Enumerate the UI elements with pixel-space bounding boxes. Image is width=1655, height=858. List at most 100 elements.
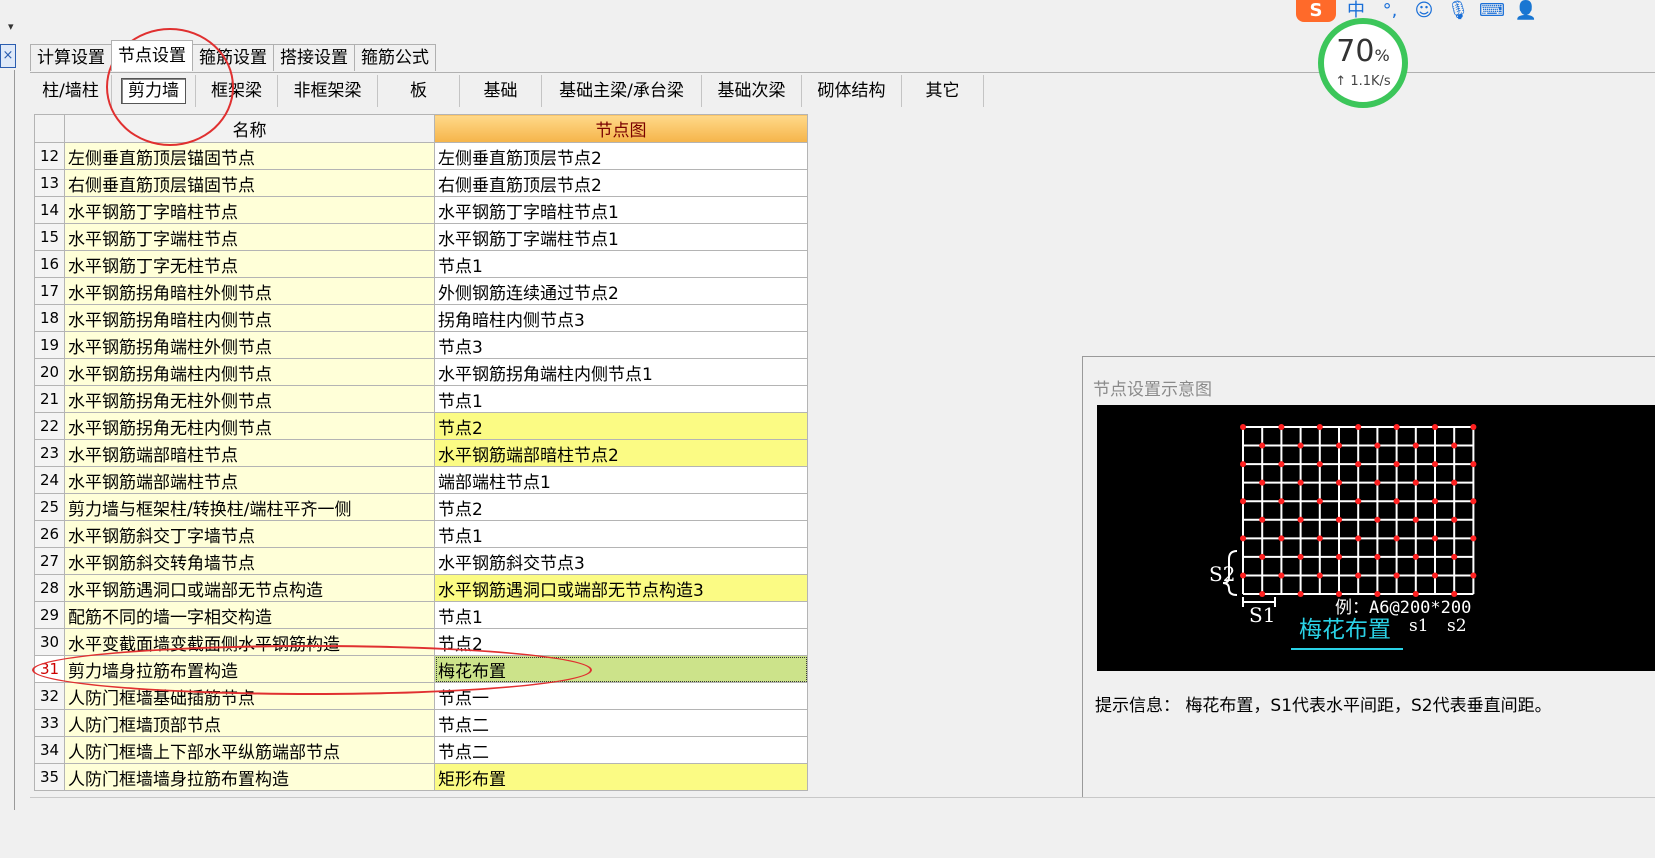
- close-icon[interactable]: ×: [0, 44, 16, 68]
- row-diagram-value[interactable]: 右侧垂直筋顶层节点2: [434, 169, 808, 197]
- table-row[interactable]: 14 水平钢筋丁字暗柱节点 水平钢筋丁字暗柱节点1: [34, 196, 808, 224]
- row-name[interactable]: 水平钢筋拐角端柱内侧节点: [64, 358, 435, 386]
- table-row[interactable]: 21 水平钢筋拐角无柱外侧节点 节点1: [34, 385, 808, 413]
- table-row[interactable]: 19 水平钢筋拐角端柱外侧节点 节点3: [34, 331, 808, 359]
- table-row[interactable]: 22 水平钢筋拐角无柱内侧节点 节点2: [34, 412, 808, 440]
- row-diagram-value[interactable]: 水平钢筋遇洞口或端部无节点构造3: [434, 574, 808, 602]
- row-diagram-value[interactable]: 节点2: [434, 412, 808, 440]
- subtab-masonry[interactable]: 砌体结构: [802, 75, 902, 107]
- ime-logo-icon[interactable]: S: [1296, 0, 1336, 22]
- row-diagram-value[interactable]: 节点二: [434, 709, 808, 737]
- subtab-other[interactable]: 其它: [902, 75, 984, 107]
- row-number[interactable]: 23: [34, 439, 65, 467]
- row-diagram-value[interactable]: 节点1: [434, 520, 808, 548]
- table-row[interactable]: 23 水平钢筋端部暗柱节点 水平钢筋端部暗柱节点2: [34, 439, 808, 467]
- row-name[interactable]: 水平钢筋斜交转角墙节点: [64, 547, 435, 575]
- table-row[interactable]: 13 右侧垂直筋顶层锚固节点 右侧垂直筋顶层节点2: [34, 169, 808, 197]
- row-number[interactable]: 21: [34, 385, 65, 413]
- row-diagram-value[interactable]: 节点2: [434, 493, 808, 521]
- row-number[interactable]: 28: [34, 574, 65, 602]
- row-name[interactable]: 人防门框墙墙身拉筋布置构造: [64, 763, 435, 791]
- row-diagram-value[interactable]: 水平钢筋拐角端柱内侧节点1: [434, 358, 808, 386]
- row-diagram-value[interactable]: 水平钢筋端部暗柱节点2: [434, 439, 808, 467]
- tab-lap-settings[interactable]: 搭接设置: [273, 44, 355, 71]
- table-row[interactable]: 24 水平钢筋端部端柱节点 端部端柱节点1: [34, 466, 808, 494]
- row-diagram-value[interactable]: 水平钢筋丁字端柱节点1: [434, 223, 808, 251]
- row-name[interactable]: 水平钢筋端部暗柱节点: [64, 439, 435, 467]
- subtab-nonframe-beam[interactable]: 非框架梁: [278, 75, 378, 107]
- row-name[interactable]: 水平钢筋丁字无柱节点: [64, 250, 435, 278]
- row-diagram-value[interactable]: 左侧垂直筋顶层节点2: [434, 142, 808, 170]
- tab-calc-settings[interactable]: 计算设置: [30, 44, 112, 71]
- row-name[interactable]: 水平钢筋丁字暗柱节点: [64, 196, 435, 224]
- row-name[interactable]: 水平钢筋遇洞口或端部无节点构造: [64, 574, 435, 602]
- tab-stirrup-formula[interactable]: 箍筋公式: [354, 44, 436, 71]
- row-diagram-value[interactable]: 节点二: [434, 736, 808, 764]
- row-number[interactable]: 18: [34, 304, 65, 332]
- table-row[interactable]: 34 人防门框墙上下部水平纵筋端部节点 节点二: [34, 736, 808, 764]
- row-number[interactable]: 25: [34, 493, 65, 521]
- table-row[interactable]: 35 人防门框墙墙身拉筋布置构造 矩形布置: [34, 763, 808, 791]
- table-row[interactable]: 26 水平钢筋斜交丁字墙节点 节点1: [34, 520, 808, 548]
- row-name[interactable]: 水平钢筋拐角端柱外侧节点: [64, 331, 435, 359]
- table-row[interactable]: 20 水平钢筋拐角端柱内侧节点 水平钢筋拐角端柱内侧节点1: [34, 358, 808, 386]
- row-number[interactable]: 30: [34, 628, 65, 656]
- row-name[interactable]: 水平钢筋拐角无柱内侧节点: [64, 412, 435, 440]
- table-row[interactable]: 17 水平钢筋拐角暗柱外侧节点 外侧钢筋连续通过节点2: [34, 277, 808, 305]
- header-diagram[interactable]: 节点图: [434, 114, 808, 143]
- row-diagram-value[interactable]: 水平钢筋丁字暗柱节点1: [434, 196, 808, 224]
- row-diagram-value[interactable]: 矩形布置: [434, 763, 808, 791]
- row-name[interactable]: 水平钢筋拐角无柱外侧节点: [64, 385, 435, 413]
- microphone-icon[interactable]: 🎙: [1444, 0, 1472, 22]
- row-diagram-value[interactable]: 端部端柱节点1: [434, 466, 808, 494]
- row-number[interactable]: 14: [34, 196, 65, 224]
- user-icon[interactable]: 👤: [1512, 0, 1540, 22]
- table-row[interactable]: 33 人防门框墙顶部节点 节点二: [34, 709, 808, 737]
- row-number[interactable]: 32: [34, 682, 65, 710]
- table-row[interactable]: 28 水平钢筋遇洞口或端部无节点构造 水平钢筋遇洞口或端部无节点构造3: [34, 574, 808, 602]
- subtab-foundation-main-beam[interactable]: 基础主梁/承台梁: [542, 75, 702, 107]
- row-name[interactable]: 人防门框墙上下部水平纵筋端部节点: [64, 736, 435, 764]
- row-name[interactable]: 水平钢筋端部端柱节点: [64, 466, 435, 494]
- row-number[interactable]: 16: [34, 250, 65, 278]
- row-name[interactable]: 水平钢筋拐角暗柱内侧节点: [64, 304, 435, 332]
- row-name[interactable]: 水平钢筋斜交丁字墙节点: [64, 520, 435, 548]
- row-number[interactable]: 35: [34, 763, 65, 791]
- row-diagram-value[interactable]: 外侧钢筋连续通过节点2: [434, 277, 808, 305]
- row-diagram-value[interactable]: 节点1: [434, 385, 808, 413]
- table-row[interactable]: 18 水平钢筋拐角暗柱内侧节点 拐角暗柱内侧节点3: [34, 304, 808, 332]
- network-speed-widget[interactable]: 70% ↑ 1.1K/s: [1318, 18, 1408, 108]
- row-name[interactable]: 左侧垂直筋顶层锚固节点: [64, 142, 435, 170]
- row-number[interactable]: 17: [34, 277, 65, 305]
- keyboard-icon[interactable]: ⌨: [1478, 0, 1506, 22]
- row-diagram-value[interactable]: 节点1: [434, 601, 808, 629]
- row-name[interactable]: 剪力墙与框架柱/转换柱/端柱平齐一侧: [64, 493, 435, 521]
- row-number[interactable]: 26: [34, 520, 65, 548]
- row-number[interactable]: 15: [34, 223, 65, 251]
- row-number[interactable]: 34: [34, 736, 65, 764]
- emoji-icon[interactable]: ☺: [1410, 0, 1438, 22]
- subtab-foundation[interactable]: 基础: [460, 75, 542, 107]
- row-number[interactable]: 33: [34, 709, 65, 737]
- row-name[interactable]: 水平钢筋拐角暗柱外侧节点: [64, 277, 435, 305]
- table-row[interactable]: 12 左侧垂直筋顶层锚固节点 左侧垂直筋顶层节点2: [34, 142, 808, 170]
- row-number[interactable]: 12: [34, 142, 65, 170]
- row-number[interactable]: 19: [34, 331, 65, 359]
- row-number[interactable]: 20: [34, 358, 65, 386]
- row-name[interactable]: 配筋不同的墙一字相交构造: [64, 601, 435, 629]
- table-row[interactable]: 27 水平钢筋斜交转角墙节点 水平钢筋斜交节点3: [34, 547, 808, 575]
- subtab-foundation-sub-beam[interactable]: 基础次梁: [702, 75, 802, 107]
- row-name[interactable]: 水平钢筋丁字端柱节点: [64, 223, 435, 251]
- row-number[interactable]: 27: [34, 547, 65, 575]
- table-row[interactable]: 25 剪力墙与框架柱/转换柱/端柱平齐一侧 节点2: [34, 493, 808, 521]
- subtab-slab[interactable]: 板: [378, 75, 460, 107]
- row-name[interactable]: 人防门框墙顶部节点: [64, 709, 435, 737]
- row-diagram-value[interactable]: 水平钢筋斜交节点3: [434, 547, 808, 575]
- row-number[interactable]: 24: [34, 466, 65, 494]
- tab-node-settings[interactable]: 节点设置: [111, 40, 193, 71]
- row-number[interactable]: 13: [34, 169, 65, 197]
- row-diagram-value[interactable]: 节点1: [434, 250, 808, 278]
- row-number[interactable]: 29: [34, 601, 65, 629]
- ime-punct[interactable]: °,: [1376, 0, 1404, 22]
- left-dropdown[interactable]: ▾: [0, 6, 24, 34]
